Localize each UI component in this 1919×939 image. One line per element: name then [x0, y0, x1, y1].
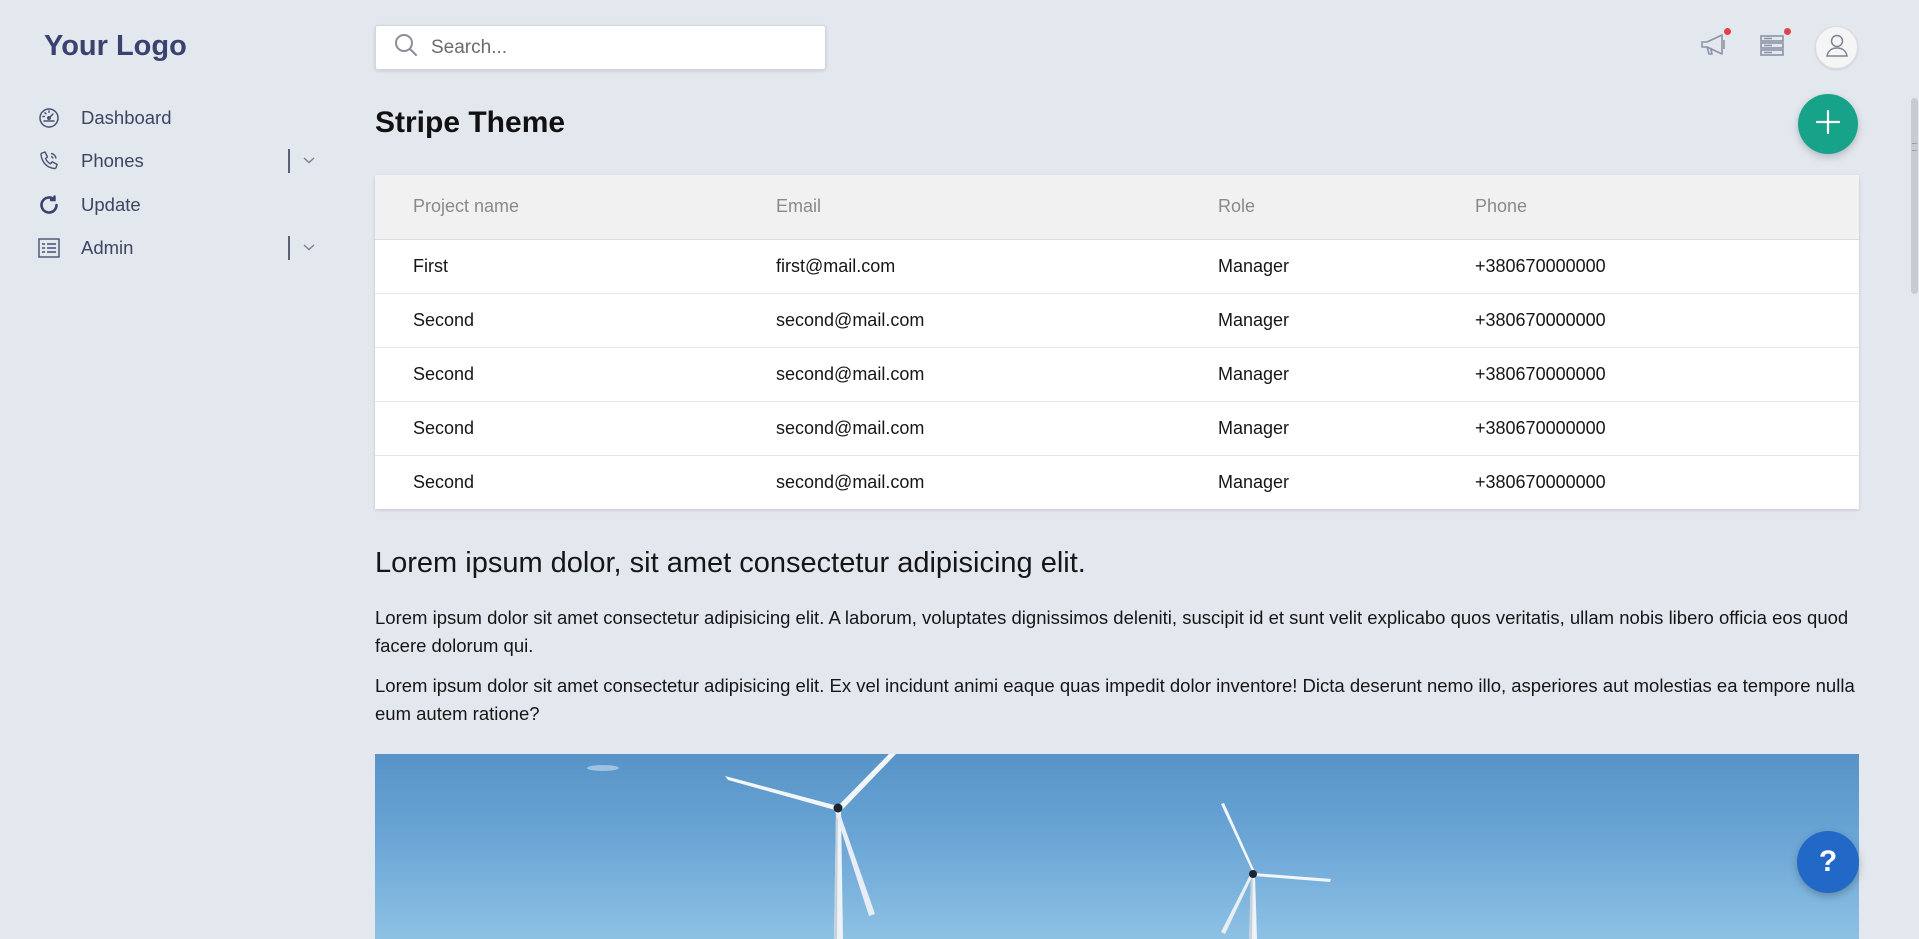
speedometer-icon [36, 105, 62, 131]
cell-phone: +380670000000 [1475, 417, 1606, 438]
cell-project-name: Second [413, 471, 475, 492]
notification-dot [1724, 28, 1731, 35]
cell-email: first@mail.com [776, 255, 896, 276]
server-button[interactable] [1756, 28, 1791, 62]
page-title: Stripe Theme [375, 106, 566, 139]
search-box [375, 25, 826, 70]
sidebar-nav: Dashboard Phones Update Admin [36, 96, 316, 270]
sidebar-item-label: Admin [81, 237, 134, 259]
chevron-down-icon [302, 237, 316, 259]
help-button[interactable]: ? [1797, 831, 1859, 893]
sidebar-item-admin[interactable]: Admin [36, 227, 316, 271]
logo[interactable]: Your Logo [44, 30, 187, 63]
cell-role: Manager [1218, 363, 1290, 384]
table-row[interactable]: Second second@mail.com Manager +38067000… [375, 401, 1859, 455]
cell-role: Manager [1218, 255, 1290, 276]
divider [288, 236, 290, 261]
plus-icon [1813, 107, 1843, 142]
sidebar-item-dashboard[interactable]: Dashboard [36, 96, 316, 140]
notification-dot [1784, 28, 1791, 35]
chevron-down-icon [302, 150, 316, 172]
article-paragraph: Lorem ipsum dolor sit amet consectetur a… [375, 675, 1855, 724]
table-row[interactable]: Second second@mail.com Manager +38067000… [375, 293, 1859, 347]
cell-phone: +380670000000 [1475, 255, 1606, 276]
wind-turbines-image [375, 754, 1859, 939]
column-header-phone[interactable]: Phone [1475, 175, 1859, 239]
column-header-project-name[interactable]: Project name [375, 175, 776, 239]
announcements-button[interactable] [1698, 28, 1732, 62]
submenu-toggle[interactable] [288, 235, 316, 261]
submenu-toggle[interactable] [288, 148, 316, 174]
cell-email: second@mail.com [776, 417, 925, 438]
cell-phone: +380670000000 [1475, 471, 1606, 492]
cell-role: Manager [1218, 417, 1290, 438]
search-icon [376, 32, 431, 63]
cell-role: Manager [1218, 309, 1290, 330]
cell-project-name: First [413, 255, 448, 276]
table-row[interactable]: Second second@mail.com Manager +38067000… [375, 455, 1859, 509]
avatar[interactable] [1815, 26, 1858, 69]
divider [288, 149, 290, 174]
scrollbar[interactable] [1910, 0, 1919, 939]
sidebar-item-update[interactable]: Update [36, 183, 316, 227]
table-row[interactable]: Second second@mail.com Manager +38067000… [375, 347, 1859, 401]
scrollbar-thumb[interactable] [1911, 98, 1918, 294]
column-header-role[interactable]: Role [1218, 175, 1475, 239]
server-icon [1756, 35, 1790, 66]
cell-role: Manager [1218, 471, 1290, 492]
phone-icon [36, 148, 62, 174]
sidebar-item-label: Dashboard [81, 106, 172, 128]
user-icon [1822, 30, 1852, 65]
article-heading: Lorem ipsum dolor, sit amet consectetur … [375, 547, 1086, 579]
cell-phone: +380670000000 [1475, 363, 1606, 384]
sidebar-item-phones[interactable]: Phones [36, 140, 316, 184]
table-header-row: Project name Email Role Phone [375, 175, 1859, 239]
cell-email: second@mail.com [776, 471, 925, 492]
column-header-email[interactable]: Email [776, 175, 1218, 239]
sidebar-item-label: Phones [81, 150, 144, 172]
sidebar: Your Logo Dashboard Phones Update Admin [0, 0, 335, 939]
cell-email: second@mail.com [776, 363, 925, 384]
cell-phone: +380670000000 [1475, 309, 1606, 330]
projects-table: Project name Email Role Phone First firs… [375, 175, 1859, 509]
refresh-icon [36, 192, 62, 218]
megaphone-icon [1698, 34, 1732, 66]
search-input[interactable] [431, 36, 811, 59]
cell-project-name: Second [413, 363, 475, 384]
cell-email: second@mail.com [776, 309, 925, 330]
add-button[interactable] [1798, 94, 1858, 154]
sidebar-item-label: Update [81, 193, 141, 215]
list-icon [36, 235, 62, 261]
article-paragraph: Lorem ipsum dolor sit amet consectetur a… [375, 607, 1849, 656]
cell-project-name: Second [413, 309, 475, 330]
scrollbar-grip [1912, 143, 1917, 151]
cell-project-name: Second [413, 417, 475, 438]
table-row[interactable]: First first@mail.com Manager +3806700000… [375, 239, 1859, 293]
